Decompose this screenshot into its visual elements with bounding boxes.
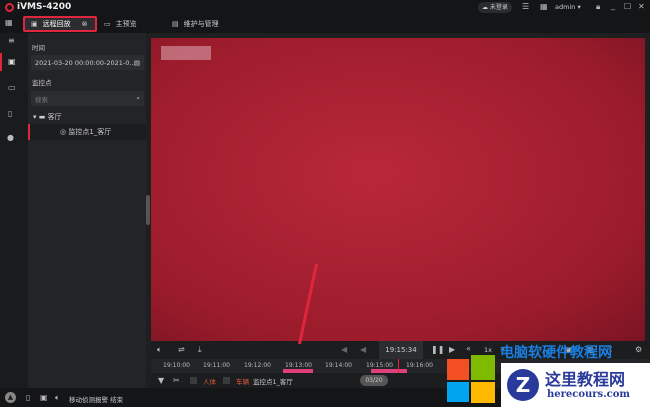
- prev-frame-icon[interactable]: ◀: [360, 345, 366, 354]
- time-label: 时间: [32, 44, 45, 52]
- grid-icon[interactable]: ▦: [540, 2, 548, 11]
- face-icon[interactable]: ●: [7, 133, 14, 142]
- panel-collapse-handle[interactable]: [146, 195, 150, 225]
- search-input[interactable]: 搜索 ⌕: [31, 91, 144, 106]
- tab-maintenance[interactable]: ▤ 维护与管理: [172, 16, 219, 32]
- playback-icon: ▣: [31, 20, 38, 28]
- list-icon[interactable]: ☰: [522, 2, 529, 11]
- title-bar: iVMS-4200 ☁ 未登录 ☰ ▦ admin ▾ 🔒︎ _ ☐ ✕: [0, 0, 650, 15]
- event-playback-icon[interactable]: ▭: [8, 83, 16, 92]
- tab-bar: ▦ ▣ 远程回放 ⊗ ▭ 主预览 ▤ 维护与管理: [0, 15, 650, 33]
- tree-group-living-room[interactable]: ▾ ▬ 客厅: [33, 112, 62, 122]
- site-name: 这里教程网: [545, 370, 626, 389]
- video-playback-area[interactable]: [151, 38, 645, 341]
- alert-icon[interactable]: ▲: [5, 392, 16, 403]
- filter-camera-label: 监控点1_客厅: [253, 378, 293, 386]
- time-range-field[interactable]: 2021-03-20 00:00:00-2021-0... ▤: [31, 55, 144, 70]
- site-url: herecours.com: [547, 389, 631, 400]
- timeline-tick: 19:12:00: [244, 362, 271, 369]
- tab-label: 远程回放: [42, 20, 71, 28]
- playback-mode-icon[interactable]: ▣: [8, 57, 16, 66]
- tab-remote-playback[interactable]: ▣ 远程回放 ⊗: [23, 16, 97, 32]
- maximize-button[interactable]: ☐: [624, 2, 631, 11]
- pause-button[interactable]: ❚❚: [431, 345, 444, 354]
- adjust-icon[interactable]: ⇌: [178, 345, 185, 354]
- app-title: iVMS-4200: [17, 2, 72, 12]
- download-icon[interactable]: ⤓: [198, 345, 202, 355]
- lock-icon[interactable]: 🔒︎: [596, 2, 600, 12]
- cloud-status: 未登录: [489, 4, 508, 11]
- video-osd-blur: [161, 46, 211, 60]
- timeline-tick: 19:10:00: [163, 362, 190, 369]
- app-logo-icon: [5, 3, 14, 12]
- timeline-tick: 19:13:00: [285, 362, 312, 369]
- tab-main-preview[interactable]: ▭ 主预览: [104, 16, 137, 32]
- timeline-tick: 19:15:00: [366, 362, 393, 369]
- screenshot-icon[interactable]: ▣: [40, 393, 48, 402]
- camera-section-label: 监控点: [32, 79, 52, 87]
- camera-icon: ▭: [104, 20, 111, 28]
- camera-status-icon: ◎: [60, 128, 67, 136]
- tab-label: 维护与管理: [183, 20, 219, 28]
- speaker-icon[interactable]: 🔈︎: [55, 393, 60, 403]
- user-menu[interactable]: admin ▾: [555, 3, 581, 11]
- windows-logo-icon: [447, 355, 495, 403]
- user-name: admin: [555, 3, 576, 11]
- search-icon[interactable]: ⌕: [136, 94, 140, 103]
- prev-segment-icon[interactable]: ◀: [341, 345, 347, 354]
- human-checkbox[interactable]: [190, 377, 197, 384]
- timeline-tick: 19:11:00: [203, 362, 230, 369]
- storage-icon[interactable]: ▯: [8, 109, 12, 118]
- tree-item-camera[interactable]: ◎ 监控点1_客厅: [28, 124, 146, 140]
- current-time: 19:15:34: [379, 341, 423, 359]
- human-label: 人体: [203, 378, 216, 386]
- minimize-button[interactable]: _: [611, 1, 615, 10]
- cloud-login-button[interactable]: ☁ 未登录: [478, 2, 512, 13]
- date-badge[interactable]: 03/20: [360, 375, 388, 386]
- app-menu-icon[interactable]: ▦: [5, 18, 13, 27]
- tab-close-icon[interactable]: ⊗: [82, 20, 88, 28]
- volume-icon[interactable]: 🔈︎: [157, 345, 162, 355]
- watermark-banner: 电脑软硬件教程网: [500, 345, 612, 361]
- active-indicator: [0, 53, 2, 71]
- tab-label: 主预览: [115, 20, 137, 28]
- filter-icon[interactable]: ▼: [158, 376, 164, 385]
- left-panel: 时间 2021-03-20 00:00:00-2021-0... ▤ 监控点 搜索…: [28, 33, 146, 388]
- timeline-tick: 19:14:00: [325, 362, 352, 369]
- vehicle-label: 车辆: [236, 378, 249, 386]
- maintenance-icon: ▤: [172, 20, 179, 28]
- collapse-menu-icon[interactable]: ≡: [8, 36, 15, 45]
- watermark: 电脑软硬件教程网 Z 这里教程网 herecours.com: [445, 340, 650, 407]
- site-logo-icon: Z: [507, 369, 539, 401]
- time-range-value: 2021-03-20 00:00:00-2021-0...: [35, 58, 136, 67]
- clip-icon[interactable]: ✂: [173, 376, 180, 385]
- status-message: 移动侦测报警 结束: [69, 396, 124, 404]
- close-button[interactable]: ✕: [638, 2, 645, 11]
- timeline-tick: 19:16:00: [406, 362, 433, 369]
- left-icon-strip: ≡ ▣ ▭ ▯ ●: [0, 33, 28, 388]
- search-placeholder: 搜索: [35, 95, 48, 104]
- vehicle-checkbox[interactable]: [223, 377, 230, 384]
- camera-label: 监控点1_客厅: [68, 128, 112, 136]
- playhead[interactable]: [398, 359, 399, 373]
- trash-icon[interactable]: ▯: [26, 393, 30, 402]
- calendar-icon[interactable]: ▤: [134, 59, 140, 67]
- group-label: 客厅: [47, 113, 62, 121]
